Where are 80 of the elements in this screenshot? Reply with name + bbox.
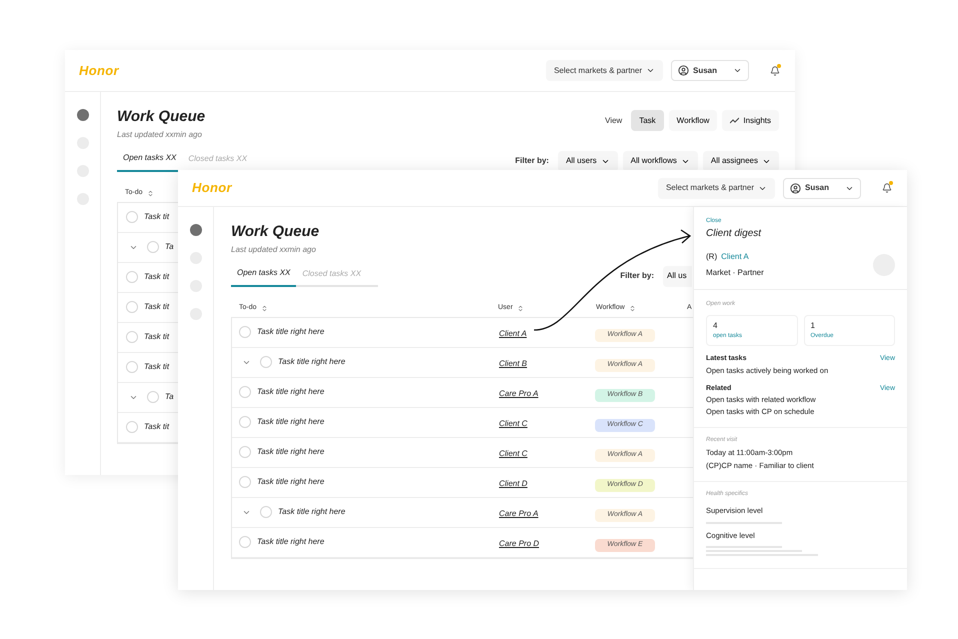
task-title: Ta <box>165 241 174 253</box>
chevron-icon <box>646 66 655 75</box>
task-title: Task title right here <box>278 356 346 368</box>
checkbox[interactable] <box>126 361 138 373</box>
checkbox[interactable] <box>260 506 272 518</box>
panel-title: Client digest <box>706 227 762 241</box>
view-toggle[interactable]: Workflow <box>668 110 718 131</box>
user-link[interactable]: Client C <box>499 449 528 458</box>
user-link[interactable]: Client D <box>499 479 528 488</box>
user-menu[interactable]: Susan <box>783 178 861 198</box>
notification-button[interactable] <box>881 181 893 195</box>
task-title: Task title right here <box>257 476 324 488</box>
filter-label: Filter by: <box>620 270 654 282</box>
last-updated-text: Last updated xxmin ago <box>231 244 316 256</box>
checkbox[interactable] <box>147 241 159 253</box>
user-icon <box>678 65 689 76</box>
sort-icon <box>146 190 154 197</box>
client-prefix: (R) <box>706 251 718 263</box>
task-title: Task title right here <box>257 416 324 428</box>
checkbox[interactable] <box>126 301 138 313</box>
nav-item[interactable] <box>76 109 88 121</box>
market-select[interactable]: Select markets & partner <box>546 60 663 81</box>
filter-label: Filter by: <box>515 155 549 167</box>
sort-icon <box>516 305 524 312</box>
last-updated-text: Last updated xxmin ago <box>117 128 203 140</box>
checkbox[interactable] <box>239 536 251 548</box>
stat-value: 1 <box>810 320 816 332</box>
task-title: Task tit <box>144 361 170 373</box>
task-title: Task tit <box>144 301 170 313</box>
view-toggle[interactable]: Task <box>631 110 664 131</box>
page-title: Work Queue <box>117 107 206 127</box>
notification-button[interactable] <box>769 64 781 78</box>
user-link[interactable]: Client C <box>499 419 528 428</box>
user-link[interactable]: Care Pro A <box>499 509 538 518</box>
checkbox[interactable] <box>147 391 159 403</box>
task-title: Task title right here <box>278 506 346 518</box>
market-select[interactable]: Select markets & partner <box>658 178 775 198</box>
view-label: View <box>605 114 622 126</box>
trend-icon <box>730 117 740 124</box>
filter-dropdown[interactable]: All us <box>663 266 692 286</box>
client-link[interactable]: Client A <box>721 251 749 263</box>
user-link[interactable]: Care Pro D <box>499 539 540 548</box>
user-icon <box>790 182 801 194</box>
checkbox[interactable] <box>239 326 251 338</box>
checkbox[interactable] <box>239 476 251 488</box>
sort-icon <box>628 305 636 312</box>
checkbox[interactable] <box>126 211 138 223</box>
task-title: Task tit <box>144 271 170 283</box>
sort-icon <box>260 305 268 312</box>
chevron-icon <box>733 66 742 75</box>
checkbox[interactable] <box>239 446 251 458</box>
filter-dropdown[interactable]: All assignees <box>702 150 779 172</box>
user-link[interactable]: Client B <box>499 359 528 368</box>
task-title: Ta <box>165 391 174 403</box>
checkbox[interactable] <box>260 356 272 368</box>
task-title: Task title right here <box>257 386 324 398</box>
stat-value: 4 <box>713 320 718 332</box>
task-title: Task title right here <box>257 536 324 548</box>
task-title: Task tit <box>144 211 170 223</box>
page-title: Work Queue <box>231 222 320 242</box>
view-toggle[interactable]: Insights <box>722 110 779 131</box>
nav-item[interactable] <box>190 224 202 236</box>
checkbox[interactable] <box>126 331 138 343</box>
checkbox[interactable] <box>126 421 138 433</box>
task-title: Task tit <box>144 331 170 343</box>
checkbox[interactable] <box>126 271 138 283</box>
task-title: Task title right here <box>257 446 324 458</box>
filter-dropdown[interactable]: All workflows <box>622 150 698 172</box>
user-link[interactable]: Care Pro A <box>499 389 538 398</box>
tab[interactable]: Open tasks XX <box>231 266 296 286</box>
checkbox[interactable] <box>239 416 251 428</box>
task-title: Task tit <box>144 421 170 433</box>
user-menu[interactable]: Susan <box>671 60 749 81</box>
checkbox[interactable] <box>239 386 251 398</box>
logo: Honor <box>79 62 119 80</box>
task-title: Task title right here <box>257 326 324 338</box>
filter-dropdown[interactable]: All users <box>558 150 618 172</box>
client-meta: Market · Partner <box>706 267 764 279</box>
user-link[interactable]: Client A <box>499 329 527 338</box>
logo: Honor <box>192 179 232 198</box>
